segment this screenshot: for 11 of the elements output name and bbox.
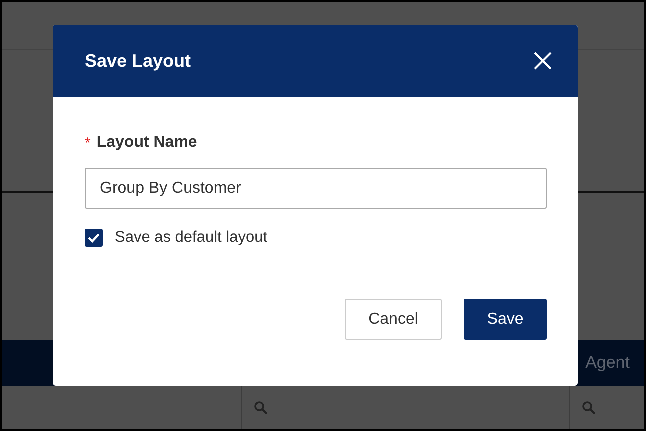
checkbox-label[interactable]: Save as default layout <box>115 229 268 247</box>
required-asterisk: * <box>85 134 91 152</box>
search-icon[interactable] <box>254 400 268 414</box>
close-icon[interactable] <box>534 52 552 70</box>
layout-name-field[interactable]: Group By Customer <box>85 168 547 209</box>
field-label: Layout Name <box>96 134 198 152</box>
search-icon[interactable] <box>582 400 596 414</box>
cancel-button[interactable]: Cancel <box>345 299 442 340</box>
dialog-title: Save Layout <box>85 50 192 72</box>
checkbox[interactable] <box>85 229 103 247</box>
save-button[interactable]: Save <box>464 299 547 340</box>
